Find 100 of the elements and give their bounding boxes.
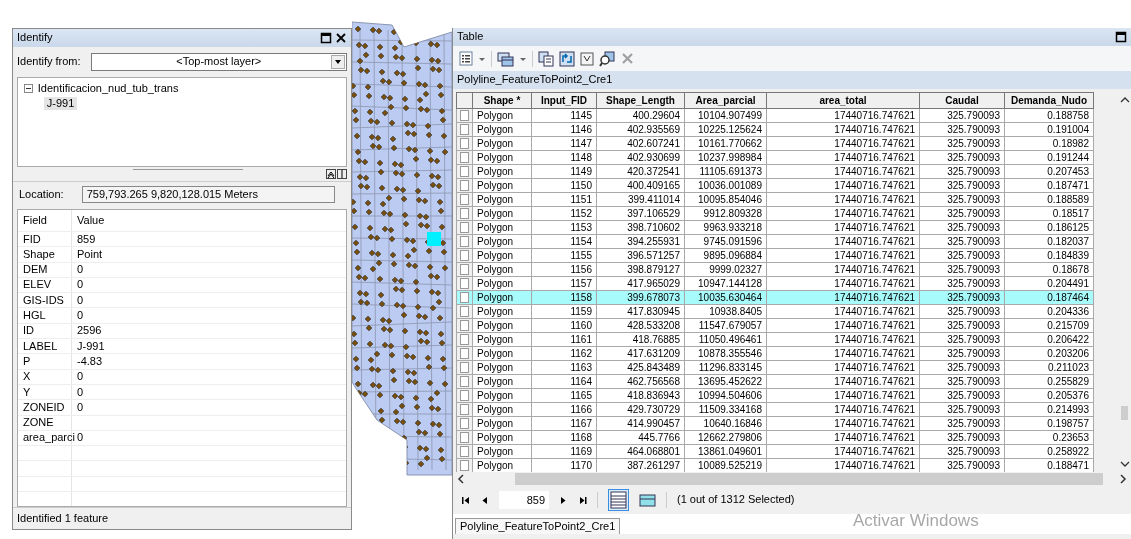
- table-row[interactable]: Polygon 1145 400.29604 10104.907499 17440716.747621 325.790093 0.188758: [456, 108, 1094, 123]
- row-selector-icon[interactable]: [460, 180, 469, 191]
- delete-icon[interactable]: [620, 51, 635, 66]
- show-all-records-button[interactable]: [608, 489, 629, 511]
- select-by-attributes-icon[interactable]: [538, 50, 554, 67]
- scrollbar-thumb[interactable]: [515, 473, 1103, 485]
- zoom-to-selected-icon[interactable]: [599, 50, 615, 67]
- row-selector-icon[interactable]: [460, 432, 469, 443]
- window-title: Table: [457, 30, 484, 44]
- row-selector-icon[interactable]: [460, 278, 469, 289]
- table-row[interactable]: Polygon 1159 417.830945 10938.8405 17440716.747621 325.790093 0.204336: [456, 304, 1094, 319]
- table-row[interactable]: Polygon 1148 402.930699 10237.998984 17440716.747621 325.790093 0.191244: [456, 150, 1094, 165]
- table-row[interactable]: Polygon 1170 387.261297 10089.525219 17440716.747621 325.790093 0.188471: [456, 458, 1094, 472]
- pane-icon[interactable]: [337, 169, 347, 179]
- first-record-icon[interactable]: [461, 494, 470, 506]
- table-row[interactable]: Polygon 1163 425.843489 11296.833145 17440716.747621 325.790093 0.211023: [456, 360, 1094, 375]
- table-row[interactable]: Polygon 1156 398.879127 9999.02327 17440716.747621 325.790093 0.18678: [456, 262, 1094, 277]
- table-row[interactable]: Polygon 1147 402.607241 10161.770662 17440716.747621 325.790093 0.18982: [456, 136, 1094, 151]
- table-row[interactable]: Polygon 1153 398.710602 9963.933218 17440716.747621 325.790093 0.186125: [456, 220, 1094, 235]
- table-cell: Polygon: [472, 164, 532, 179]
- row-selector-icon[interactable]: [460, 292, 469, 303]
- row-selector-icon[interactable]: [460, 264, 469, 275]
- layer-dropdown[interactable]: <Top-most layer>: [90, 53, 347, 71]
- column-header[interactable]: Shape *: [472, 92, 532, 109]
- row-selector-icon[interactable]: [460, 166, 469, 177]
- row-selector-icon[interactable]: [460, 236, 469, 247]
- column-header[interactable]: Caudal: [919, 92, 1005, 109]
- row-selector-icon[interactable]: [460, 250, 469, 261]
- table-cell: 9745.091596: [684, 234, 767, 249]
- row-selector-icon[interactable]: [460, 334, 469, 345]
- tree-item[interactable]: J-991: [44, 96, 78, 111]
- table-row[interactable]: Polygon 1146 402.935569 10225.125624 17440716.747621 325.790093 0.191004: [456, 122, 1094, 137]
- last-record-icon[interactable]: [578, 494, 587, 506]
- table-row[interactable]: Polygon 1158 399.678073 10035.630464 17440716.747621 325.790093 0.187464: [456, 290, 1094, 305]
- table-row[interactable]: Polygon 1164 462.756568 13695.452622 17440716.747621 325.790093 0.255829: [456, 374, 1094, 389]
- scroll-left-icon[interactable]: [457, 474, 465, 484]
- column-header[interactable]: Demanda_Nudo: [1004, 92, 1094, 109]
- row-selector-icon[interactable]: [460, 222, 469, 233]
- collapse-pane-icon[interactable]: [326, 169, 336, 179]
- table-row[interactable]: Polygon 1168 445.7766 12662.279806 17440716.747621 325.790093 0.23653: [456, 430, 1094, 445]
- row-selector-icon[interactable]: [460, 194, 469, 205]
- next-record-icon[interactable]: [559, 494, 568, 506]
- previous-record-icon[interactable]: [480, 494, 489, 506]
- table-cell: 325.790093: [919, 416, 1005, 431]
- table-cell: Polygon: [472, 234, 532, 249]
- panel-title: Identify: [17, 31, 53, 45]
- row-selector-icon[interactable]: [460, 306, 469, 317]
- table-row[interactable]: Polygon 1155 396.571257 9895.096884 17440716.747621 325.790093 0.184839: [456, 248, 1094, 263]
- scroll-down-icon[interactable]: [1119, 460, 1130, 468]
- column-header[interactable]: Shape_Length: [596, 92, 685, 109]
- table-row[interactable]: Polygon 1151 399.411014 10095.854046 17440716.747621 325.790093 0.188589: [456, 192, 1094, 207]
- table-tab[interactable]: Polyline_FeatureToPoint2_Cre1: [455, 517, 621, 534]
- row-selector-icon[interactable]: [460, 446, 469, 457]
- table-cell: 0.191244: [1004, 150, 1094, 165]
- field-name: ZONE: [18, 415, 72, 430]
- table-row[interactable]: Polygon 1160 428.533208 11547.679057 17440716.747621 325.790093 0.215709: [456, 318, 1094, 333]
- row-selector-icon[interactable]: [460, 348, 469, 359]
- related-tables-icon[interactable]: [497, 50, 514, 67]
- row-selector-icon[interactable]: [460, 124, 469, 135]
- table-row[interactable]: Polygon 1169 464.068801 13861.049601 17440716.747621 325.790093 0.258922: [456, 444, 1094, 459]
- table-row[interactable]: Polygon 1152 397.106529 9912.809328 17440716.747621 325.790093 0.18517: [456, 206, 1094, 221]
- column-header[interactable]: area_total: [766, 92, 920, 109]
- collapse-icon[interactable]: [24, 84, 33, 93]
- row-selector-icon[interactable]: [460, 418, 469, 429]
- table-row[interactable]: Polygon 1150 400.409165 10036.001089 17440716.747621 325.790093 0.187471: [456, 178, 1094, 193]
- switch-selection-icon[interactable]: [559, 50, 575, 67]
- close-icon[interactable]: [335, 32, 347, 44]
- row-selector-icon[interactable]: [460, 110, 469, 121]
- scroll-right-icon[interactable]: [1119, 474, 1127, 484]
- clear-selection-icon[interactable]: [580, 51, 594, 66]
- table-cell: 11296.833145: [684, 360, 767, 375]
- table-row[interactable]: Polygon 1154 394.255931 9745.091596 17440716.747621 325.790093 0.182037: [456, 234, 1094, 249]
- row-selector-icon[interactable]: [460, 404, 469, 415]
- table-row[interactable]: Polygon 1162 417.631209 10878.355546 17440716.747621 325.790093 0.203206: [456, 346, 1094, 361]
- table-row[interactable]: Polygon 1161 418.76885 11050.496461 17440716.747621 325.790093 0.206422: [456, 332, 1094, 347]
- row-selector-icon[interactable]: [460, 362, 469, 373]
- maximize-icon[interactable]: [320, 32, 333, 44]
- row-selector-icon[interactable]: [460, 376, 469, 387]
- table-row[interactable]: Polygon 1165 418.836943 10994.504606 17440716.747621 325.790093 0.205376: [456, 388, 1094, 403]
- table-options-icon[interactable]: [459, 51, 473, 66]
- scroll-up-icon[interactable]: [1119, 96, 1130, 104]
- row-selector-icon[interactable]: [460, 138, 469, 149]
- table-row[interactable]: Polygon 1166 429.730729 11509.334168 17440716.747621 325.790093 0.214993: [456, 402, 1094, 417]
- table-cell: 325.790093: [919, 304, 1005, 319]
- table-row[interactable]: Polygon 1157 417.965029 10947.144128 17440716.747621 325.790093 0.204491: [456, 276, 1094, 291]
- table-row[interactable]: Polygon 1167 414.990457 10640.16846 17440716.747621 325.790093 0.198757: [456, 416, 1094, 431]
- row-selector-icon[interactable]: [460, 208, 469, 219]
- scrollbar-thumb[interactable]: [1121, 406, 1128, 420]
- maximize-icon[interactable]: [1115, 31, 1127, 43]
- record-field[interactable]: 859: [499, 491, 549, 509]
- tree-item[interactable]: Identificacion_nud_tub_trans: [37, 81, 179, 96]
- row-selector-icon[interactable]: [460, 320, 469, 331]
- row-selector-icon[interactable]: [460, 152, 469, 163]
- row-selector-icon[interactable]: [460, 390, 469, 401]
- table-cell: Polygon: [472, 374, 532, 389]
- column-header[interactable]: Input_FID: [531, 92, 597, 109]
- table-row[interactable]: Polygon 1149 420.372541 11105.691373 17440716.747621 325.790093 0.207453: [456, 164, 1094, 179]
- column-header[interactable]: Area_parcial: [684, 92, 767, 109]
- show-selected-records-icon[interactable]: [639, 492, 656, 508]
- table-cell: 425.843489: [596, 360, 685, 375]
